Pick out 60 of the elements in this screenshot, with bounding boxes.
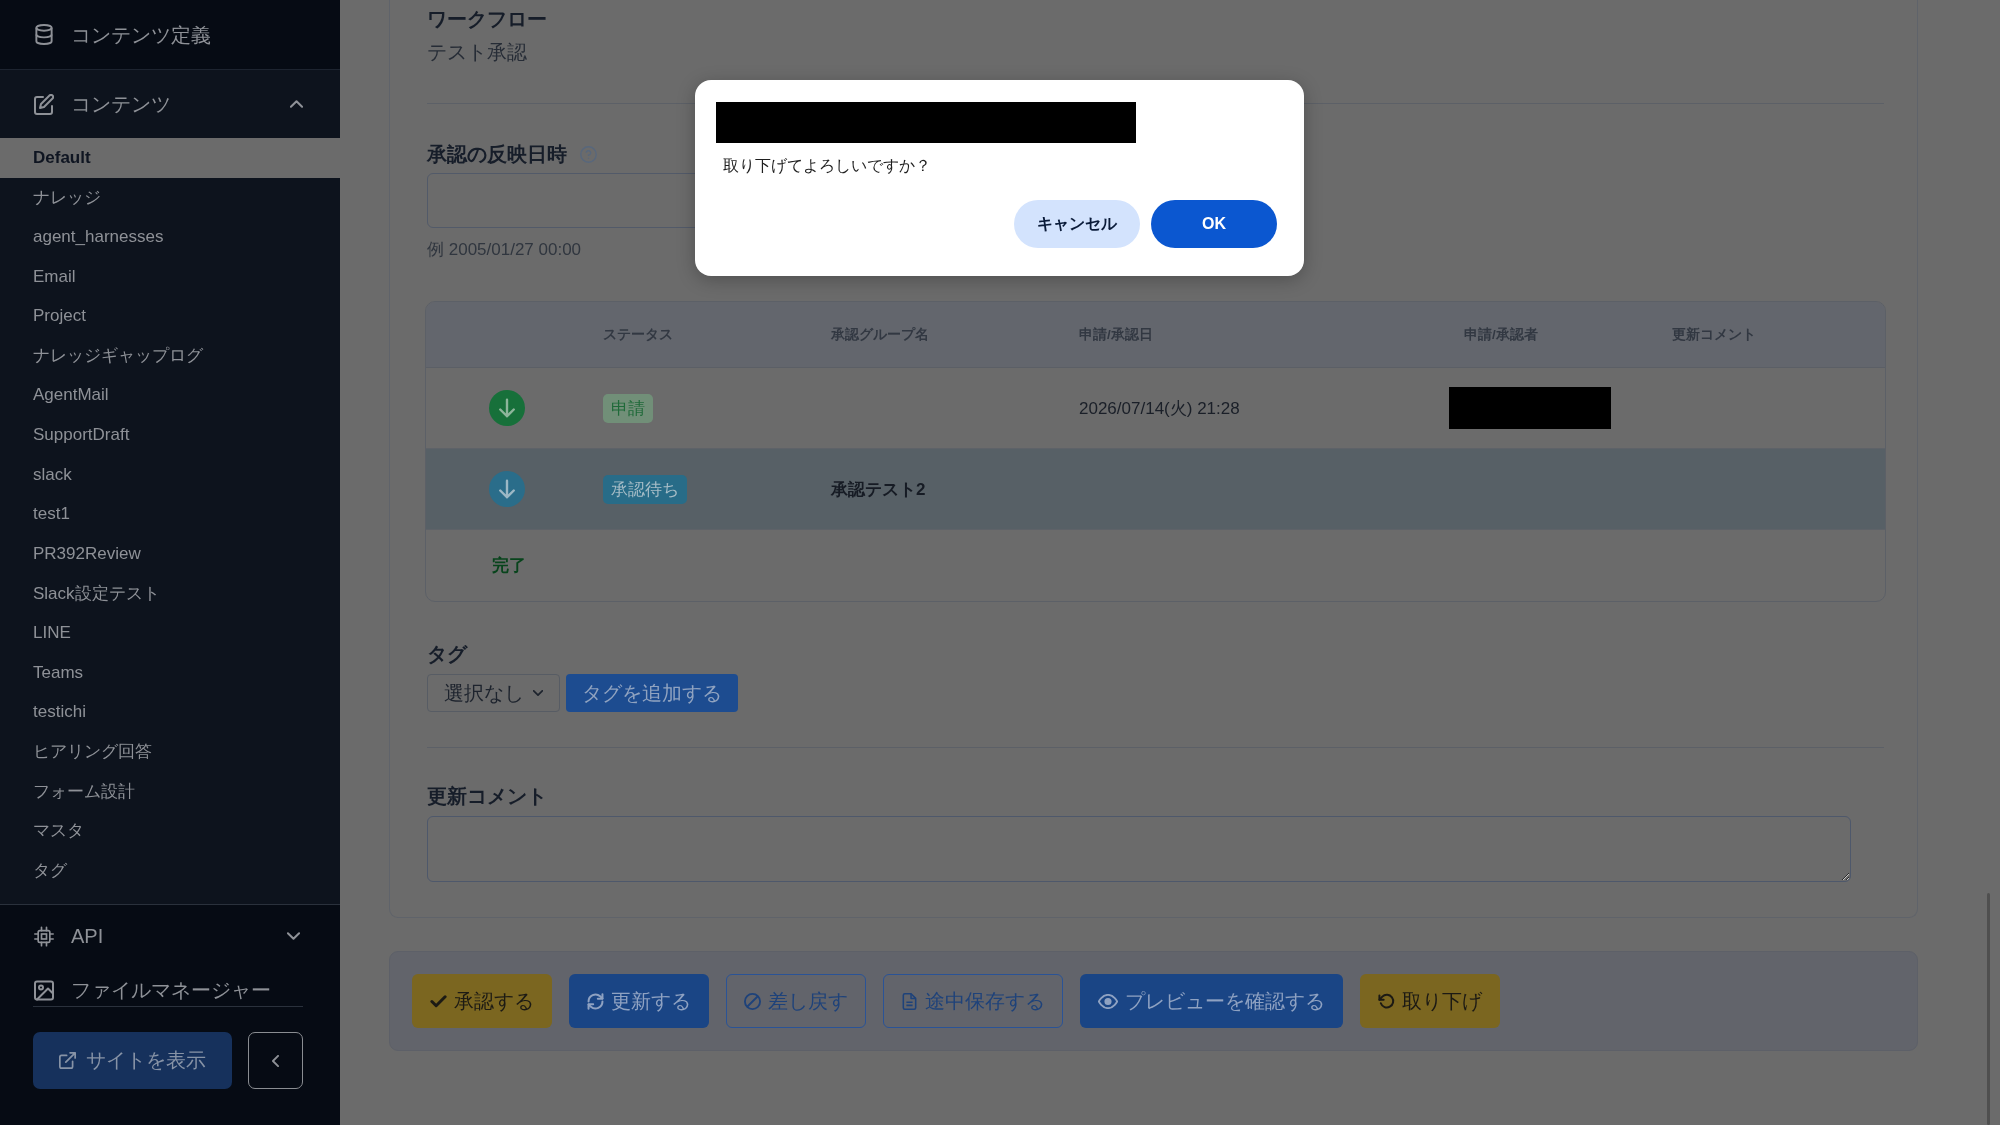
collapse-sidebar-button[interactable] (248, 1032, 303, 1089)
ok-button[interactable]: OK (1151, 200, 1277, 248)
cancel-button[interactable]: キャンセル (1014, 200, 1140, 248)
sidebar-item[interactable]: ナレッジ (0, 177, 340, 218)
counterclockwise-arrow-icon (1378, 992, 1395, 1010)
sidebar-item[interactable]: マスタ (0, 811, 340, 851)
field-label: 承認の反映日時 (427, 142, 567, 167)
comment-textarea[interactable] (427, 816, 1851, 882)
field-label: ワークフロー (427, 7, 547, 32)
eye-icon (1098, 993, 1118, 1009)
sidebar-item[interactable]: Email (0, 256, 340, 297)
field-label: タグ (427, 642, 467, 667)
sidebar-item[interactable]: ヒアリング回答 (0, 731, 340, 772)
preview-button[interactable]: プレビューを確認する (1080, 974, 1343, 1028)
tag-select[interactable]: 選択なし (427, 674, 560, 712)
status-badge: 申請 (603, 393, 653, 423)
sidebar-section-toggle[interactable]: コンテンツ (0, 70, 340, 138)
approval-date: 2026/07/14(火) 21:28 (1079, 398, 1240, 418)
cpu-chip-icon (34, 925, 54, 947)
status-badge: 承認待ち (603, 474, 687, 504)
sidebar-section-toggle[interactable]: API (33, 905, 303, 967)
dialog-message: 取り下げてよろしいですか？ (723, 156, 932, 176)
edit-icon (34, 93, 54, 115)
sidebar-item[interactable]: agent_harnesses (0, 217, 340, 257)
database-icon (34, 24, 54, 45)
chevron-left-icon (272, 1054, 279, 1067)
view-site-button[interactable]: サイトを表示 (33, 1032, 232, 1089)
sidebar-item[interactable]: slack (0, 454, 340, 495)
withdraw-button[interactable]: 取り下げ (1360, 974, 1500, 1028)
sidebar-item[interactable]: ナレッジギャップログ (0, 335, 340, 376)
checkmark-icon (430, 992, 447, 1010)
sidebar-item[interactable]: SupportDraft (0, 415, 340, 455)
sidebar-item[interactable]: タグ (0, 850, 340, 891)
sidebar-item[interactable]: Slack設定テスト (0, 573, 340, 614)
sidebar-item[interactable]: フォーム設計 (0, 771, 340, 812)
sidebar-item[interactable]: LINE (0, 613, 340, 653)
sidebar-item[interactable]: testichi (0, 692, 340, 732)
sidebar-item[interactable]: Default (0, 138, 340, 178)
sidebar-item[interactable]: test1 (0, 494, 340, 534)
approval-group-name: 承認テスト2 (831, 479, 926, 499)
sidebar-item[interactable]: AgentMail (0, 375, 340, 416)
image-icon (34, 979, 54, 1001)
field-label: 更新コメント (427, 784, 547, 809)
field-value: テスト承認 (427, 40, 527, 65)
add-tag-button[interactable]: タグを追加する (566, 674, 738, 712)
chevron-down-icon (533, 690, 543, 696)
external-link-icon (59, 1052, 76, 1069)
field-hint: 例 2005/01/27 00:00 (427, 239, 582, 261)
arrow-down-circle-icon (489, 390, 525, 426)
update-button[interactable]: 更新する (569, 974, 709, 1028)
sidebar-item[interactable]: Project (0, 296, 340, 336)
completed-status-label: 完了 (492, 555, 526, 577)
arrow-down-circle-icon (489, 471, 525, 507)
prohibition-icon (744, 992, 761, 1010)
sidebar-item[interactable]: PR392Review (0, 533, 340, 574)
sidebar-item[interactable]: Teams (0, 652, 340, 693)
refresh-icon (587, 992, 604, 1010)
document-icon (901, 992, 918, 1010)
approve-button[interactable]: 承認する (412, 974, 552, 1028)
sidebar-nav-item[interactable]: ファイルマネージャー (33, 976, 303, 1007)
